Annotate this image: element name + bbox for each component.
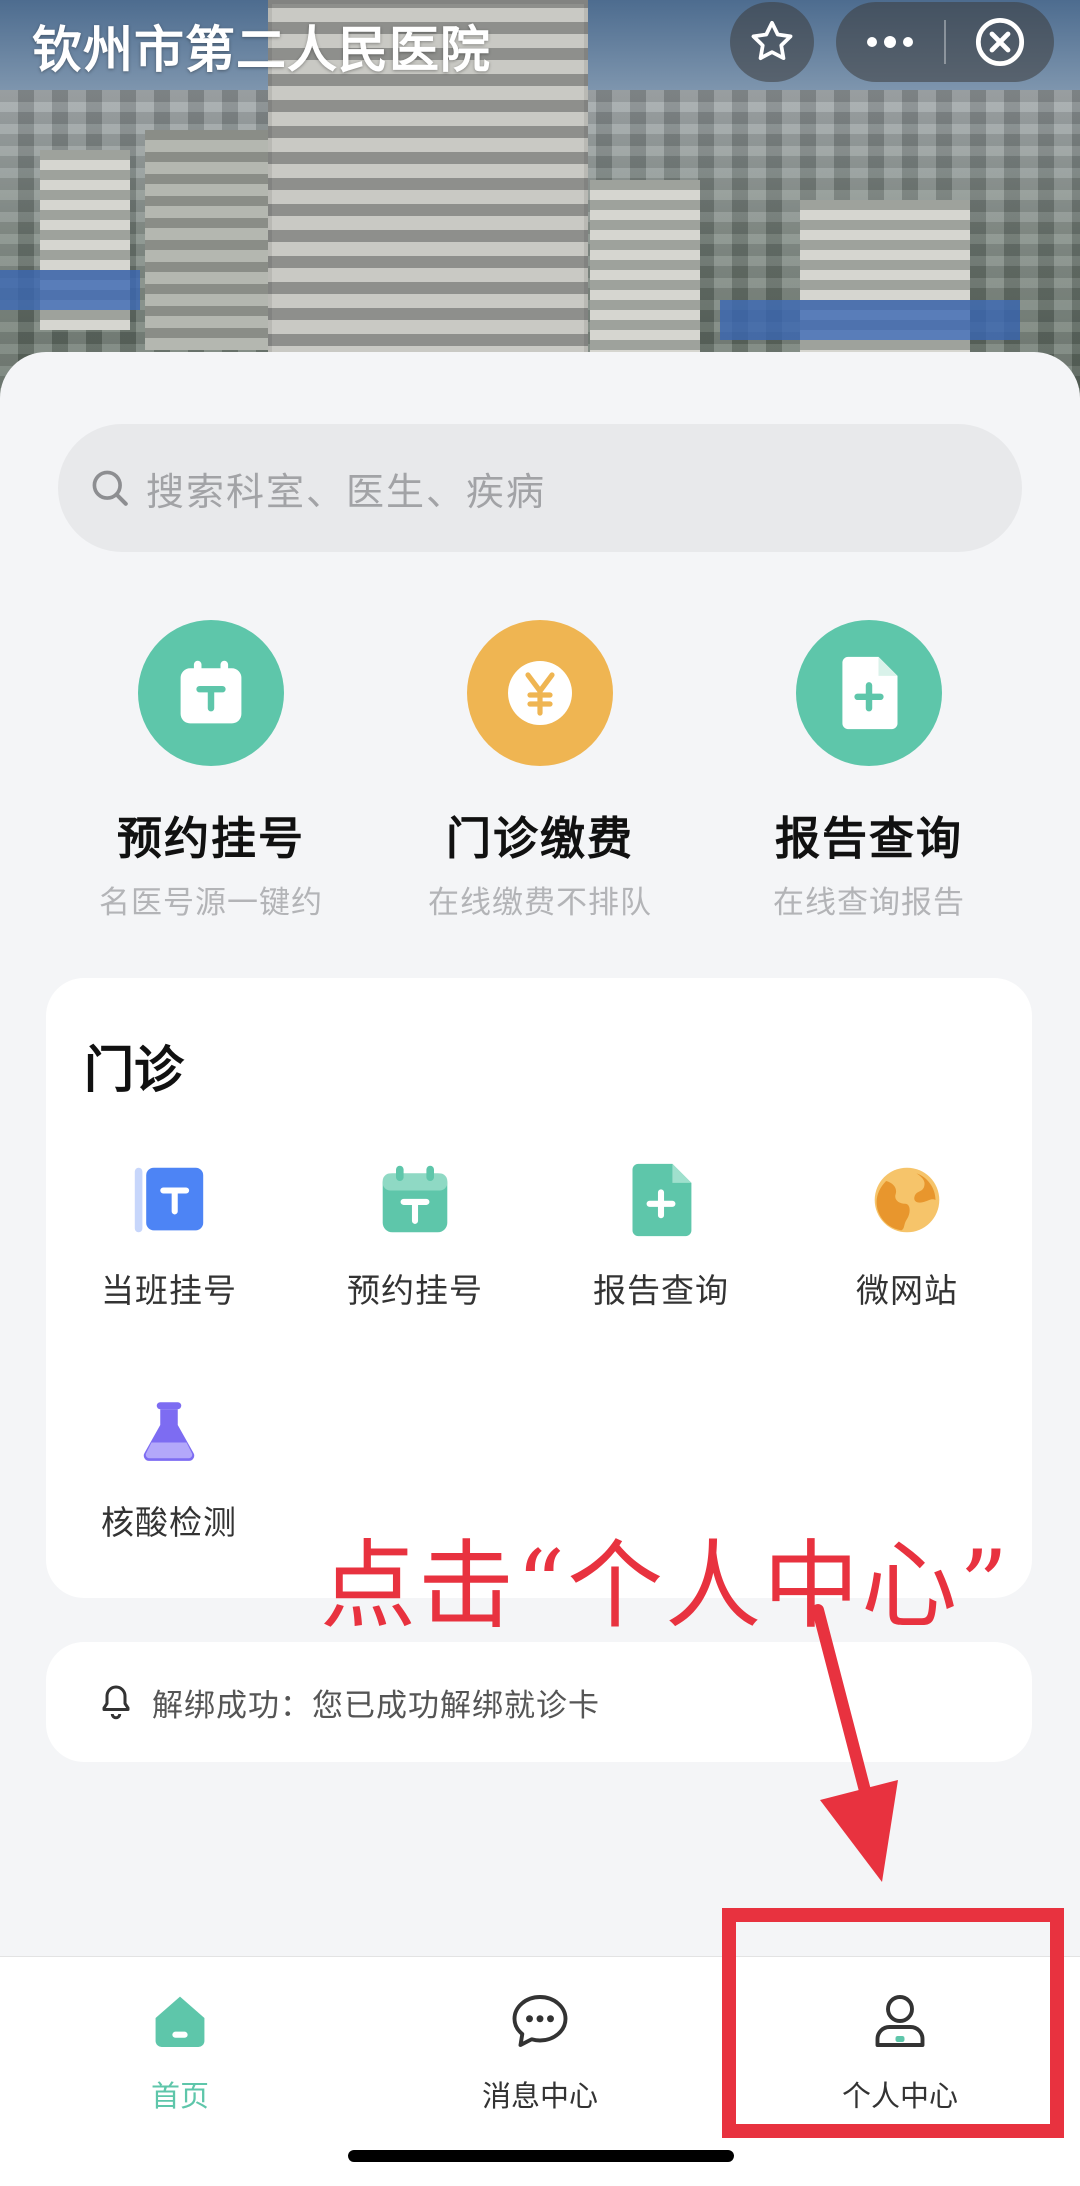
search-placeholder: 搜索科室、医生、疾病 [146,469,547,514]
quick-action-payment[interactable]: 门诊缴费 在线缴费不排队 [385,620,695,922]
quick-action-report[interactable]: 报告查询 在线查询报告 [714,620,1024,922]
tab-icon [500,1981,580,2061]
tab-icon [140,1981,220,2061]
service-label: 微网站 [856,1271,958,1310]
service-micro-website[interactable]: 微网站 [784,1158,1030,1312]
quick-action-subtitle: 名医号源一键约 [99,885,323,921]
quick-action-circle [796,620,942,766]
report-doc-icon [842,656,898,730]
home-icon [155,1996,205,2047]
section-title: 门诊 [84,1041,184,1099]
chat-bubble-icon [512,1995,568,2047]
service-icon [865,1158,949,1242]
hero-building [145,130,275,350]
close-button[interactable] [946,2,1054,82]
tab-messages[interactable]: 消息中心 [360,1981,720,2115]
quick-action-title: 预约挂号 [116,812,305,865]
star-icon [751,20,793,61]
flask-icon [143,1402,195,1461]
service-label: 核酸检测 [101,1503,237,1542]
tab-home[interactable]: 首页 [0,1981,360,2115]
service-icon [127,1390,211,1474]
quick-action-title: 报告查询 [774,812,963,865]
service-icon [373,1158,457,1242]
notice-bar[interactable]: 解绑成功：您已成功解绑就诊卡 [46,1642,1032,1762]
hero-roof [0,270,140,310]
report-doc-icon [632,1163,692,1237]
quick-action-circle [467,620,613,766]
annotation-text: 点击“个人中心” [320,1530,1011,1642]
quick-action-circle [138,620,284,766]
service-appointment[interactable]: 预约挂号 [292,1158,538,1312]
more-dots-icon [867,36,913,48]
calendar-icon [180,660,242,724]
home-indicator [348,2150,734,2162]
search-input[interactable]: 搜索科室、医生、疾病 [58,424,1022,552]
service-label: 预约挂号 [347,1271,483,1310]
capsule-menu [836,2,1054,82]
calendar-icon [382,1165,448,1233]
service-walk-in-registration[interactable]: 当班挂号 [46,1158,292,1312]
globe-icon [874,1167,940,1233]
ticket-card-icon [134,1167,204,1233]
page-title: 钦州市第二人民医院 [32,21,491,79]
service-nucleic-acid-test[interactable]: 核酸检测 [46,1390,292,1544]
quick-action-title: 门诊缴费 [445,812,634,865]
hero-roof [720,300,1020,340]
main-content: 搜索科室、医生、疾病 预约挂号 名医号源一键约 门诊缴费 在线缴费不排队 报告查… [0,352,1080,1962]
tab-label: 消息中心 [481,2079,598,2113]
service-report-query[interactable]: 报告查询 [538,1158,784,1312]
tab-label: 首页 [150,2079,209,2113]
annotation-highlight-box [722,1908,1064,2138]
service-icon [619,1158,703,1242]
quick-action-subtitle: 在线查询报告 [773,885,965,921]
quick-action-appointment[interactable]: 预约挂号 名医号源一键约 [56,620,366,922]
service-label: 报告查询 [593,1271,729,1310]
notice-text: 解绑成功：您已成功解绑就诊卡 [152,1687,600,1724]
bell-icon [102,1685,130,1720]
service-label: 当班挂号 [101,1271,237,1310]
search-icon [92,470,128,506]
favorite-button[interactable] [730,2,814,82]
service-icon [127,1158,211,1242]
outpatient-card: 门诊 当班挂号 预约挂号 报告查询 微网站 核酸检测 [46,978,1032,1598]
quick-action-subtitle: 在线缴费不排队 [428,885,652,921]
hero-building [590,180,700,360]
close-circle-icon [975,17,1025,67]
yuan-coin-icon [508,661,572,725]
more-button[interactable] [836,2,944,82]
